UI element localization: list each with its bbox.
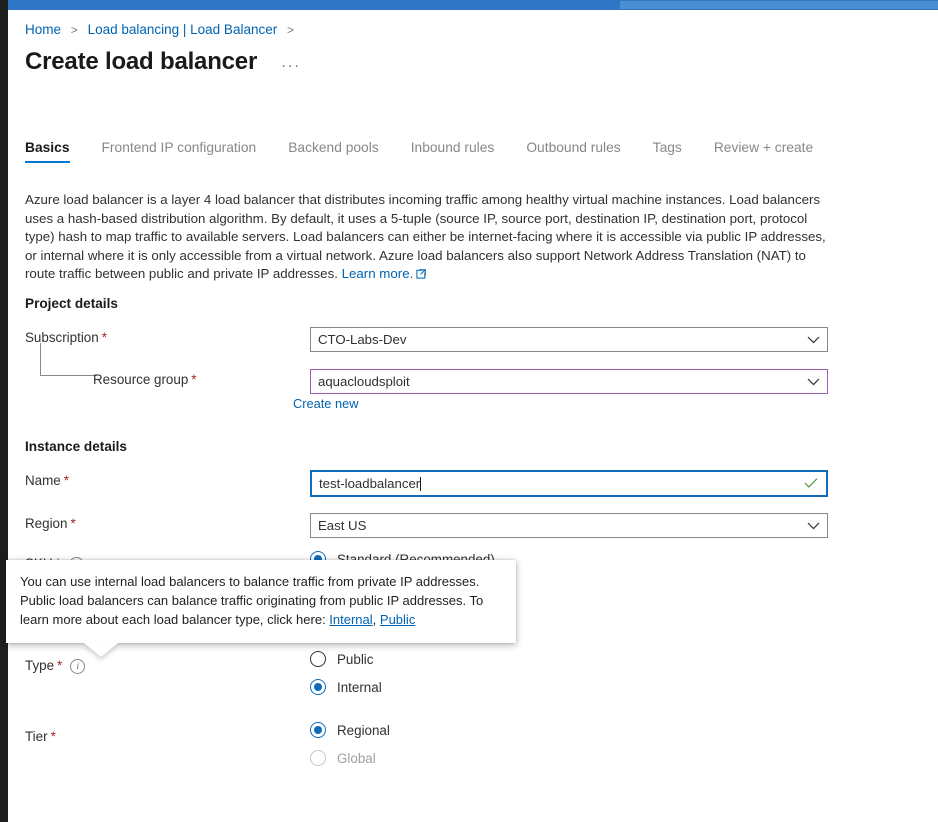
section-heading-project-details: Project details bbox=[25, 296, 118, 311]
breadcrumb-separator: > bbox=[70, 23, 78, 37]
control-region: East US bbox=[310, 513, 828, 538]
tab-inbound-rules[interactable]: Inbound rules bbox=[411, 140, 495, 163]
label-resource-group: Resource group * bbox=[93, 372, 197, 387]
radio-icon bbox=[310, 722, 326, 738]
type-tooltip: You can use internal load balancers to b… bbox=[6, 560, 516, 657]
label-type: Type * i bbox=[25, 658, 86, 674]
title-row: Create load balancer ··· bbox=[25, 48, 305, 76]
label-region-text: Region bbox=[25, 516, 68, 531]
tier-option-regional[interactable]: Regional bbox=[310, 722, 390, 738]
label-resource-group-text: Resource group bbox=[93, 372, 189, 387]
label-name-text: Name bbox=[25, 473, 61, 488]
type-option-internal-label: Internal bbox=[337, 679, 382, 695]
label-type-text: Type bbox=[25, 658, 55, 673]
resource-group-select[interactable]: aquacloudsploit bbox=[310, 369, 828, 394]
create-load-balancer-blade: Home > Load balancing | Load Balancer > … bbox=[8, 10, 938, 822]
tooltip-separator: , bbox=[372, 612, 380, 627]
required-marker: * bbox=[101, 330, 107, 345]
type-option-public[interactable]: Public bbox=[310, 651, 373, 667]
chevron-down-icon bbox=[807, 514, 820, 537]
row-type: Type * i Public Internal bbox=[25, 651, 830, 695]
top-bar-highlight bbox=[620, 1, 938, 9]
required-marker: * bbox=[50, 729, 56, 744]
breadcrumb: Home > Load balancing | Load Balancer > bbox=[25, 21, 300, 39]
green-check-icon bbox=[804, 472, 818, 495]
required-marker: * bbox=[70, 516, 76, 531]
breadcrumb-item-load-balancing[interactable]: Load balancing | Load Balancer bbox=[88, 22, 278, 37]
wizard-tabs: Basics Frontend IP configuration Backend… bbox=[25, 140, 845, 172]
type-info-icon[interactable]: i bbox=[70, 659, 86, 674]
subscription-value: CTO-Labs-Dev bbox=[318, 332, 407, 347]
label-tier-text: Tier bbox=[25, 729, 48, 744]
row-subscription: Subscription * CTO-Labs-Dev bbox=[25, 327, 830, 352]
tab-frontend-ip-configuration[interactable]: Frontend IP configuration bbox=[102, 140, 257, 163]
region-select[interactable]: East US bbox=[310, 513, 828, 538]
control-subscription: CTO-Labs-Dev bbox=[310, 327, 828, 352]
tier-option-global: Global bbox=[310, 750, 376, 766]
tab-backend-pools[interactable]: Backend pools bbox=[288, 140, 379, 163]
row-region: Region * East US bbox=[25, 513, 830, 538]
tab-basics[interactable]: Basics bbox=[25, 140, 70, 163]
section-heading-instance-details: Instance details bbox=[25, 439, 127, 454]
name-input-value: test-loadbalancer bbox=[319, 476, 421, 491]
name-input[interactable]: test-loadbalancer bbox=[310, 470, 828, 497]
breadcrumb-separator-2: > bbox=[286, 23, 294, 37]
tier-option-global-label: Global bbox=[337, 750, 376, 766]
breadcrumb-item-home[interactable]: Home bbox=[25, 22, 61, 37]
radio-icon bbox=[310, 651, 326, 667]
subscription-select[interactable]: CTO-Labs-Dev bbox=[310, 327, 828, 352]
required-marker: * bbox=[57, 658, 63, 673]
left-rail bbox=[0, 0, 8, 822]
text-caret bbox=[420, 477, 422, 491]
tooltip-link-public[interactable]: Public bbox=[380, 612, 415, 627]
required-marker: * bbox=[191, 372, 197, 387]
control-resource-group: aquacloudsploit bbox=[310, 369, 828, 394]
blade-description: Azure load balancer is a layer 4 load ba… bbox=[25, 191, 830, 285]
more-options-icon[interactable]: ··· bbox=[277, 55, 305, 76]
chevron-down-icon bbox=[807, 370, 820, 393]
tooltip-link-internal[interactable]: Internal bbox=[329, 612, 372, 627]
row-name: Name * test-loadbalancer bbox=[25, 470, 830, 497]
page-title: Create load balancer bbox=[25, 48, 258, 75]
tab-review-create[interactable]: Review + create bbox=[714, 140, 813, 163]
learn-more-link[interactable]: Learn more. bbox=[342, 266, 414, 281]
tier-option-regional-label: Regional bbox=[337, 722, 390, 738]
radio-icon bbox=[310, 679, 326, 695]
control-name: test-loadbalancer bbox=[310, 470, 828, 497]
label-tier: Tier * bbox=[25, 729, 56, 744]
radio-icon bbox=[310, 750, 326, 766]
resource-group-value: aquacloudsploit bbox=[318, 374, 410, 389]
tab-tags[interactable]: Tags bbox=[653, 140, 682, 163]
type-option-internal[interactable]: Internal bbox=[310, 679, 382, 695]
external-link-icon bbox=[416, 266, 427, 285]
tooltip-arrow bbox=[84, 643, 118, 657]
azure-top-bar bbox=[0, 0, 938, 10]
region-value: East US bbox=[318, 518, 367, 533]
tab-outbound-rules[interactable]: Outbound rules bbox=[526, 140, 620, 163]
type-option-public-label: Public bbox=[337, 651, 374, 667]
create-new-resource-group-link[interactable]: Create new bbox=[293, 396, 358, 411]
chevron-down-icon bbox=[807, 328, 820, 351]
label-name: Name * bbox=[25, 473, 69, 488]
label-region: Region * bbox=[25, 516, 76, 531]
row-resource-group: Resource group * aquacloudsploit bbox=[25, 369, 830, 394]
row-tier: Tier * Regional Global bbox=[25, 722, 830, 766]
required-marker: * bbox=[63, 473, 69, 488]
app-window: Home > Load balancing | Load Balancer > … bbox=[0, 0, 938, 822]
